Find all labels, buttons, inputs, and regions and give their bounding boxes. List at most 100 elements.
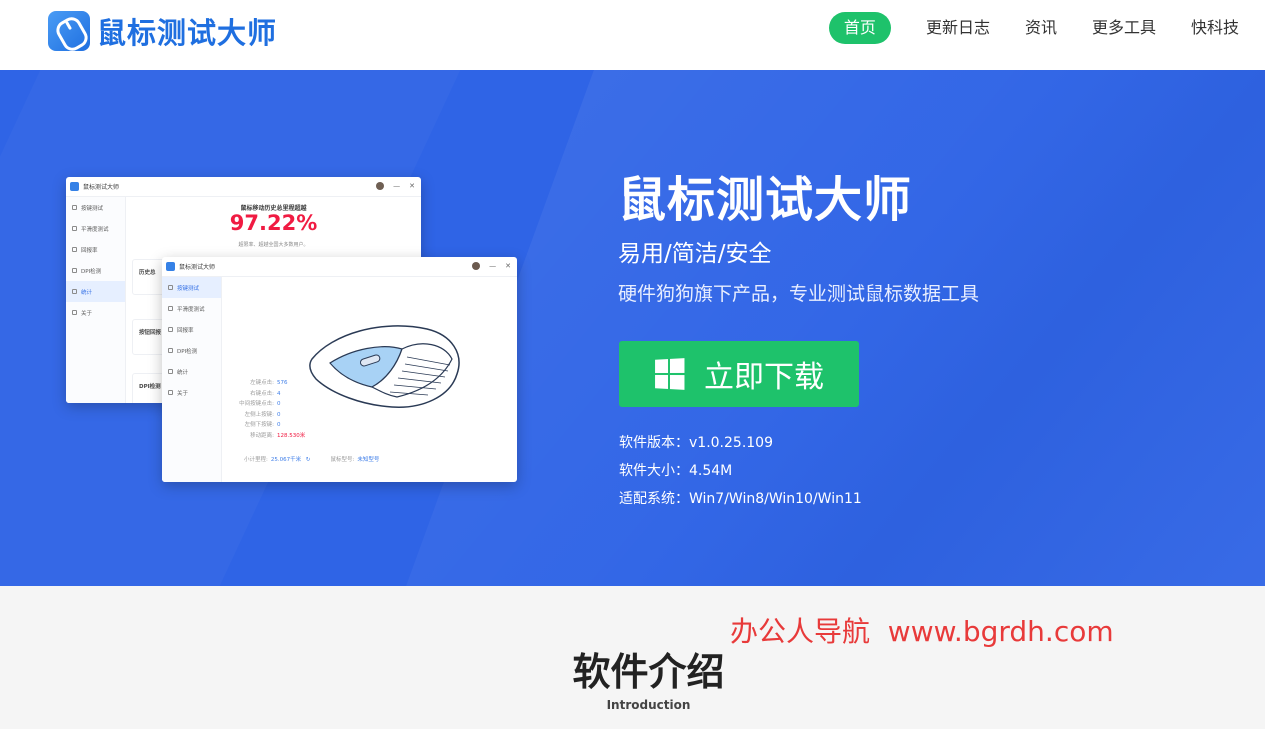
mouse-illustration [309,325,460,408]
stat-key: 左键点击: [250,380,274,386]
supported-systems: 适配系统：Win7/Win8/Win10/Win11 [619,491,862,507]
sidebar-label: 平滑度测试 [81,226,109,233]
site-header: 鼠标测试大师 首页 更新日志 资讯 更多工具 快科技 [0,0,1265,70]
stat-key: 右键点击: [250,390,274,397]
stat-value: 4 [277,390,281,397]
stat-key: 左侧上按键: [244,411,274,418]
sidebar-label: 回报率 [81,247,98,254]
software-version: 软件版本：v1.0.25.109 [619,435,773,451]
sidebar-item-report-rate: 回报率 [162,319,221,340]
window-titlebar: 鼠标测试大师 — ✕ [162,257,517,277]
stat-value: 未知型号 [357,457,380,463]
window-controls: — ✕ [472,262,511,270]
avatar [472,262,481,270]
sidebar-label: 按键测试 [177,285,200,292]
stat-key: 移动距离: [250,432,274,439]
refresh-icon: ↻ [305,457,311,463]
sidebar-item-about: 关于 [162,382,221,403]
sidebar-item-key-test: 按键测试 [66,197,125,218]
sidebar-item-dpi: DPI检测 [66,260,125,281]
stat-row: 左侧下按键: 0 [234,420,305,431]
logo-text: 鼠标测试大师 [97,16,278,50]
stat-value: 0 [277,422,281,428]
window-title: 鼠标测试大师 [83,184,120,191]
stat-card: DPI检测 [132,373,232,403]
app-logo-icon [166,262,175,271]
check-icon [168,306,173,311]
download-button[interactable]: 立即下载 [619,341,859,407]
sidebar-item-stats: 统计 [66,281,125,302]
hero-title: 鼠标测试大师 [618,172,913,228]
stat-value: 576 [277,380,288,386]
nav-more-tools[interactable]: 更多工具 [1092,12,1156,44]
nav-home[interactable]: 首页 [828,12,891,44]
main-nav: 首页 更新日志 资讯 更多工具 快科技 [828,12,1239,44]
check-icon [72,226,77,231]
sidebar-label: 关于 [81,310,93,317]
stat-row: 左键点击: 576 [234,378,305,389]
click-stats: 左键点击: 576 右键点击: 4 中间按键点击: 0 左侧上按键: 0 左侧下按键: 0… [234,378,305,441]
stat-value: 0 [277,401,281,407]
stat-card: 历史总 [132,259,232,295]
nav-news[interactable]: 资讯 [1025,12,1057,44]
sidebar-label: DPI检测 [81,268,102,275]
window-title: 鼠标测试大师 [179,264,216,271]
history-percent: 97.22% [229,211,318,235]
close-icon: ✕ [409,182,415,190]
stat-card: 按钮回报 [132,319,232,355]
sidebar-item-smooth: 平滑度测试 [162,298,221,319]
dpi-icon [72,268,77,273]
stat-key: 鼠标型号: [330,457,355,463]
rate-icon [72,247,77,252]
stat-value: 128.530米 [277,432,306,439]
avatar [376,182,385,190]
stat-row: 移动距离: 128.530米 [234,431,305,442]
sidebar-label: DPI检测 [177,348,198,355]
sidebar-label: 关于 [177,390,189,397]
total-distance: 小计里程: 25.067千米 ↻ [244,455,310,463]
mouse-icon [72,205,77,210]
hero-description: 硬件狗狗旗下产品，专业测试鼠标数据工具 [618,283,980,305]
info-icon [72,310,77,315]
stat-row: 左侧上按键: 0 [234,410,305,421]
app-sidebar: 按键测试 平滑度测试 回报率 DPI检测 统计 关于 [66,197,126,403]
mouse-model: 鼠标型号: 未知型号 [330,455,379,463]
sidebar-label: 回报率 [177,327,194,334]
hero-subtitle: 易用/简洁/安全 [618,241,772,267]
stat-key: 中间按键点击: [239,401,274,407]
software-size: 软件大小：4.54M [619,463,733,479]
stat-value: 25.067千米 [270,457,302,463]
stat-row: 中间按键点击: 0 [234,399,305,410]
history-title: 鼠标移动历史总里程超越 [240,205,307,212]
window-titlebar: 鼠标测试大师 — ✕ [66,177,421,197]
hero-section: 鼠标测试大师 — ✕ 按键测试 平滑度测试 回报率 DPI检测 统计 关于 鼠标… [0,70,1265,586]
sidebar-label: 平滑度测试 [177,306,205,313]
sidebar-item-key-test: 按键测试 [162,277,221,298]
intro-title: 软件介绍 [572,650,725,694]
sidebar-label: 统计 [177,369,189,376]
intro-subtitle: Introduction [606,698,691,712]
sidebar-item-stats: 统计 [162,361,221,382]
stat-key: 左侧下按键: [244,422,274,428]
nav-kuai-tech[interactable]: 快科技 [1191,12,1239,44]
sidebar-label: 统计 [81,289,93,296]
mouse-icon [168,285,173,290]
sidebar-item-report-rate: 回报率 [66,239,125,260]
logo[interactable]: 鼠标测试大师 [48,10,277,52]
sidebar-label: 按键测试 [81,205,104,212]
download-label: 立即下载 [704,360,824,395]
app-screenshot-front: 鼠标测试大师 — ✕ 按键测试 平滑度测试 回报率 DPI检测 统计 关于 左键… [162,257,517,482]
nav-changelog[interactable]: 更新日志 [926,12,990,44]
mouse-logo-icon [48,11,90,51]
sidebar-item-smooth: 平滑度测试 [66,218,125,239]
info-icon [168,390,173,395]
history-subtitle: 超限率、超越全国大多数用户。 [238,242,309,248]
window-controls: — ✕ [376,182,415,190]
minimize-icon: — [393,182,401,190]
sidebar-item-about: 关于 [66,302,125,323]
sidebar-item-dpi: DPI检测 [162,340,221,361]
intro-section: 办公人导航 www.bgrdh.com 软件介绍 Introduction [0,586,1265,729]
app-sidebar: 按键测试 平滑度测试 回报率 DPI检测 统计 关于 [162,277,222,482]
chart-icon [168,369,173,374]
rate-icon [168,327,173,332]
